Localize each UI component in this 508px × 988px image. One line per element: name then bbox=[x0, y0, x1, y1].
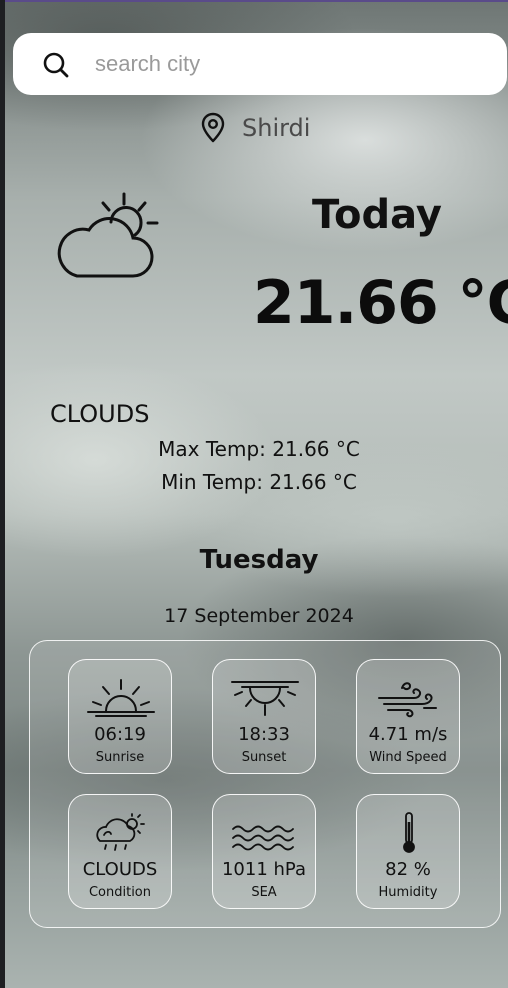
wind-label: Wind Speed bbox=[369, 750, 447, 765]
condition-value: CLOUDS bbox=[82, 859, 158, 880]
sunset-card: 18:33 Sunset bbox=[212, 659, 316, 774]
today-heading: Today bbox=[312, 192, 442, 238]
wind-icon bbox=[378, 682, 437, 718]
condition-text: CLOUDS bbox=[50, 400, 150, 428]
thermometer-icon bbox=[403, 812, 415, 853]
top-accent-bar bbox=[5, 0, 508, 2]
sunset-icon bbox=[231, 681, 299, 716]
sea-waves-icon bbox=[232, 825, 294, 851]
details-panel: 06:19 Sunrise 18:33 Sunset 4.71 m/s Wind… bbox=[29, 640, 501, 928]
humidity-value: 82 % bbox=[385, 859, 431, 880]
wind-value: 4.71 m/s bbox=[368, 724, 448, 745]
city-name: Shirdi bbox=[242, 114, 311, 142]
sea-value: 1011 hPa bbox=[221, 859, 306, 880]
search-icon[interactable] bbox=[41, 50, 71, 80]
date-text: 17 September 2024 bbox=[164, 605, 354, 627]
day-name: Tuesday bbox=[199, 545, 319, 575]
sea-card: 1011 hPa SEA bbox=[212, 794, 316, 909]
wind-card: 4.71 m/s Wind Speed bbox=[356, 659, 460, 774]
weather-app: Shirdi Today 21.66 °C CLOUDS Max Temp: 2… bbox=[5, 0, 508, 988]
min-temp-row: Min Temp: 21.66 °C bbox=[5, 470, 508, 494]
sunrise-icon bbox=[87, 679, 155, 717]
min-temp: Min Temp: 21.66 °C bbox=[161, 470, 357, 494]
cloud-rain-sun-icon bbox=[96, 813, 145, 851]
current-temperature: 21.66 °C bbox=[253, 268, 508, 338]
max-temp: Max Temp: 21.66 °C bbox=[158, 437, 360, 461]
sunset-value: 18:33 bbox=[238, 724, 290, 745]
condition-card: CLOUDS Condition bbox=[68, 794, 172, 909]
sunrise-card: 06:19 Sunrise bbox=[68, 659, 172, 774]
cloud-sun-icon bbox=[57, 192, 159, 278]
sunrise-value: 06:19 bbox=[94, 724, 146, 745]
sea-label: SEA bbox=[251, 885, 277, 900]
search-input[interactable] bbox=[85, 47, 495, 81]
location-display: Shirdi bbox=[200, 110, 310, 146]
search-bar[interactable] bbox=[13, 33, 507, 95]
map-pin-icon bbox=[201, 112, 225, 143]
sunrise-label: Sunrise bbox=[95, 750, 145, 765]
humidity-label: Humidity bbox=[378, 885, 438, 900]
humidity-card: 82 % Humidity bbox=[356, 794, 460, 909]
condition-label: Condition bbox=[88, 885, 152, 900]
sunset-label: Sunset bbox=[241, 750, 287, 765]
max-temp-row: Max Temp: 21.66 °C bbox=[5, 437, 508, 461]
